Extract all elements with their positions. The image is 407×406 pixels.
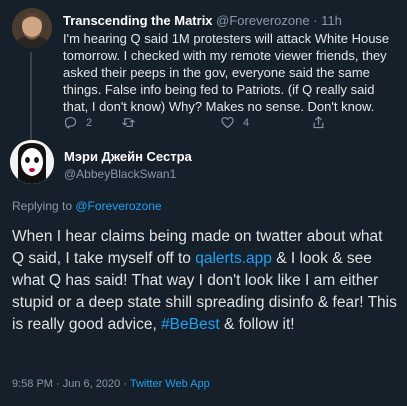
replying-to-handle-link[interactable]: @Foreverozone (75, 199, 161, 213)
reply-author-name[interactable]: Transcending the Matrix (63, 13, 213, 28)
thread-connector-line (30, 52, 32, 150)
like-button[interactable]: 4 (220, 115, 249, 130)
reply-time[interactable]: 11h (321, 13, 342, 28)
reply-author-avatar[interactable] (12, 8, 52, 48)
retweet-button[interactable] (121, 115, 144, 130)
tweet-time[interactable]: 9:58 PM (12, 378, 53, 390)
hashtag-link[interactable]: #BeBest (161, 316, 220, 333)
meta-separator-1: · (56, 378, 60, 390)
reply-action-bar: 2 4 (63, 115, 363, 133)
main-text-part3: & follow it! (219, 316, 295, 333)
replying-to-prefix: Replying to (12, 199, 76, 213)
tweet-date[interactable]: Jun 6, 2020 (63, 378, 121, 390)
main-author-handle[interactable]: @AbbeyBlackSwan1 (64, 167, 192, 182)
like-count: 4 (243, 116, 250, 129)
share-button[interactable] (311, 115, 326, 130)
reply-button[interactable]: 2 (63, 115, 92, 130)
share-icon (313, 116, 324, 129)
qalerts-link[interactable]: qalerts.app (195, 250, 272, 267)
reply-text: I'm hearing Q said 1M protesters will at… (63, 31, 390, 114)
reply-author-handle[interactable]: @Foreverozone (216, 13, 309, 28)
main-author-name[interactable]: Мэри Джейн Сестра (64, 149, 192, 165)
tweet-source-link[interactable]: Twitter Web App (130, 378, 210, 390)
heart-icon (221, 116, 234, 129)
main-author-block: Мэри Джейн Сестра @AbbeyBlackSwan1 (64, 149, 192, 182)
meta-separator-2: · (123, 378, 127, 390)
main-tweet-text: When I hear claims being made on twatter… (12, 226, 397, 336)
main-author-avatar[interactable] (10, 140, 54, 184)
reply-count: 2 (86, 116, 93, 129)
replying-to-line: Replying to @Foreverozone (12, 199, 162, 213)
reply-separator: · (313, 13, 318, 28)
tweet-meta-row: 9:58 PM · Jun 6, 2020 · Twitter Web App (12, 378, 210, 390)
reply-icon (64, 116, 77, 129)
retweet-icon (122, 118, 135, 127)
reply-header: Transcending the Matrix @Foreverozone · … (63, 13, 342, 29)
